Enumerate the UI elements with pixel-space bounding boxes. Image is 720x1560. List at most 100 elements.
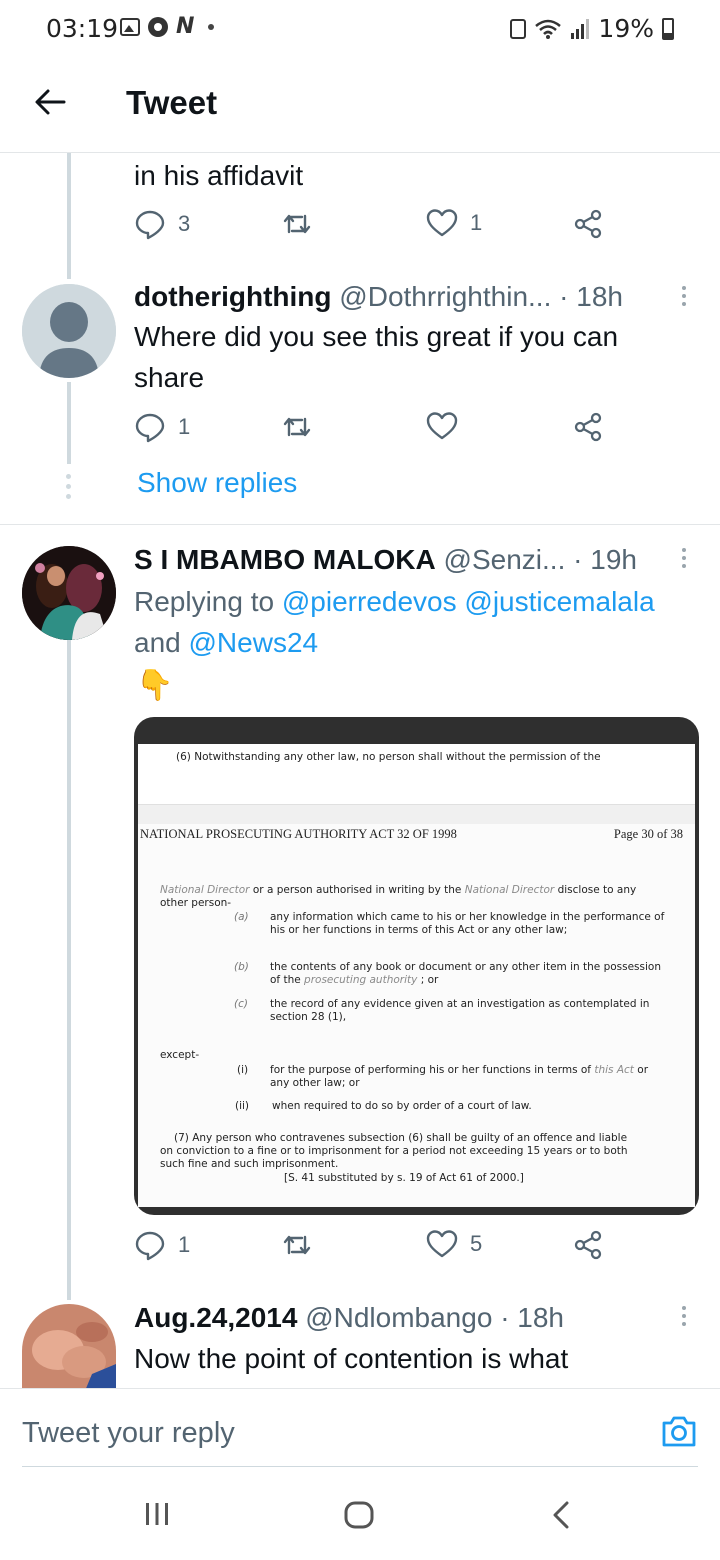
reply-icon (135, 210, 165, 240)
document-scan: (6) Notwithstanding any other law, no pe… (138, 744, 695, 1207)
share-action[interactable] (572, 1229, 604, 1261)
doc-page-number: Page 30 of 38 (613, 827, 683, 841)
profile-photo-icon (22, 1304, 116, 1388)
like-count: 1 (470, 210, 483, 235)
tweet-time: · 18h (559, 281, 623, 312)
retweet-icon (283, 214, 311, 234)
doc-item-mark: (ii) (235, 1100, 250, 1112)
notification-icons: N (120, 14, 215, 39)
reply-action[interactable]: 1 (134, 1229, 190, 1261)
like-action[interactable]: 1 (426, 208, 482, 238)
tweet-1-text: Where did you see this great if you can … (134, 316, 618, 398)
mention-link[interactable]: @News24 (189, 627, 319, 658)
more-options-icon[interactable] (680, 548, 688, 568)
like-count: 5 (470, 1231, 483, 1256)
page-title: Tweet (126, 84, 218, 121)
doc-intro-line-2: other person- (160, 897, 232, 909)
share-icon (574, 209, 602, 239)
share-action[interactable] (572, 208, 604, 240)
share-icon (574, 1230, 602, 1260)
section-divider (0, 524, 720, 525)
replying-to: Replying to @pierredevos @justicemalala … (134, 581, 704, 663)
doc-para7-line: on conviction to a fine or to imprisonme… (160, 1145, 628, 1157)
doc-substituted-note: [S. 41 substituted by s. 19 of Act 61 of… (284, 1172, 524, 1184)
reply-action[interactable]: 3 (134, 208, 190, 240)
avatar-dotherighthing[interactable] (22, 284, 116, 378)
default-avatar-icon (22, 284, 116, 378)
share-action[interactable] (572, 411, 604, 443)
like-action[interactable]: 5 (426, 1229, 482, 1259)
status-time: 03:19 (46, 14, 119, 43)
tweet-text-line: Where did you see this great if you can (134, 321, 619, 352)
thread-line-top (67, 153, 71, 279)
retweet-icon (283, 417, 311, 437)
tweet-time: · 18h (500, 1302, 565, 1333)
thread-continue-dots (66, 474, 71, 499)
n-app-icon: N (176, 14, 195, 39)
tweet-image[interactable]: (6) Notwithstanding any other law, no pe… (134, 717, 699, 1215)
home-icon[interactable] (343, 1500, 375, 1530)
reply-icon (135, 413, 165, 443)
doc-page-gap (138, 804, 695, 824)
tweet-2-actions: 1 5 (134, 1229, 604, 1269)
heart-icon (426, 209, 458, 237)
status-bar: 03:19 N 19% (0, 0, 720, 58)
tweet-1-actions: 1 (134, 411, 604, 451)
user-handle[interactable]: @Dothrrighthin... (339, 281, 551, 312)
display-name[interactable]: dotherighthing (134, 281, 332, 312)
like-action[interactable] (426, 411, 458, 441)
gallery-icon (120, 18, 140, 36)
retweet-icon (283, 1235, 311, 1255)
retweet-action[interactable] (280, 208, 314, 240)
system-back-icon[interactable] (550, 1500, 572, 1530)
more-options-icon[interactable] (680, 1306, 688, 1326)
reply-count: 1 (178, 1232, 191, 1257)
doc-item-text: for the purpose of performing his or her… (270, 1064, 649, 1089)
system-icons: 19% (510, 14, 674, 43)
prev-tweet-actions: 3 1 (134, 208, 604, 248)
tweet-3-text: Now the point of contention is what (134, 1343, 569, 1374)
app-header: Tweet (0, 58, 720, 153)
reply-action[interactable]: 1 (134, 411, 190, 443)
user-handle[interactable]: @Ndlombango (305, 1302, 492, 1333)
doc-item-text: the contents of any book or document or … (270, 961, 661, 986)
pointing-down-emoji: 👇 (136, 669, 174, 702)
reply-composer[interactable]: Tweet your reply (0, 1388, 720, 1468)
display-name[interactable]: S I MBAMBO MALOKA (134, 544, 436, 575)
and-label: and (134, 627, 181, 658)
chrome-icon (148, 17, 168, 37)
display-name[interactable]: Aug.24,2014 (134, 1302, 297, 1333)
camera-icon[interactable] (660, 1414, 698, 1448)
tweet-2-header: S I MBAMBO MALOKA @Senzi... · 19h (134, 539, 637, 580)
tweet-time: · 19h (573, 544, 637, 575)
wifi-icon (535, 19, 562, 39)
reply-input-underline (22, 1466, 698, 1467)
profile-photo-icon (22, 546, 116, 640)
mention-link[interactable]: @pierredevos (282, 586, 457, 617)
doc-para7-line: such fine and such imprisonment. (160, 1158, 339, 1170)
doc-para7-line: (7) Any person who contravenes subsectio… (174, 1132, 628, 1144)
share-icon (574, 412, 602, 442)
doc-item-mark: (i) (237, 1064, 249, 1076)
avatar-simbambo-maloka[interactable] (22, 546, 116, 640)
user-handle[interactable]: @Senzi... (444, 544, 566, 575)
heart-icon (426, 1230, 458, 1258)
system-nav-bar (0, 1468, 720, 1560)
more-options-icon[interactable] (680, 286, 688, 306)
prev-tweet-text: in his affidavit (134, 160, 304, 191)
show-replies-link[interactable]: Show replies (137, 467, 297, 499)
heart-icon (426, 412, 458, 440)
avatar-ndlombango[interactable] (22, 1304, 116, 1388)
retweet-action[interactable] (280, 411, 314, 443)
mention-link[interactable]: @justicemalala (464, 586, 654, 617)
tweet-3-header: Aug.24,2014 @Ndlombango · 18h (134, 1297, 564, 1338)
doc-page: NATIONAL PROSECUTING AUTHORITY ACT 32 OF… (138, 824, 695, 1207)
tweet-text-line: share (134, 362, 205, 393)
back-arrow-icon[interactable] (30, 82, 70, 122)
retweet-action[interactable] (280, 1229, 314, 1261)
recent-apps-icon[interactable] (143, 1500, 171, 1528)
doc-except-label: except- (160, 1049, 200, 1061)
reply-input-placeholder[interactable]: Tweet your reply (22, 1417, 235, 1450)
doc-top-line: (6) Notwithstanding any other law, no pe… (176, 751, 601, 763)
battery-icon (662, 17, 674, 40)
